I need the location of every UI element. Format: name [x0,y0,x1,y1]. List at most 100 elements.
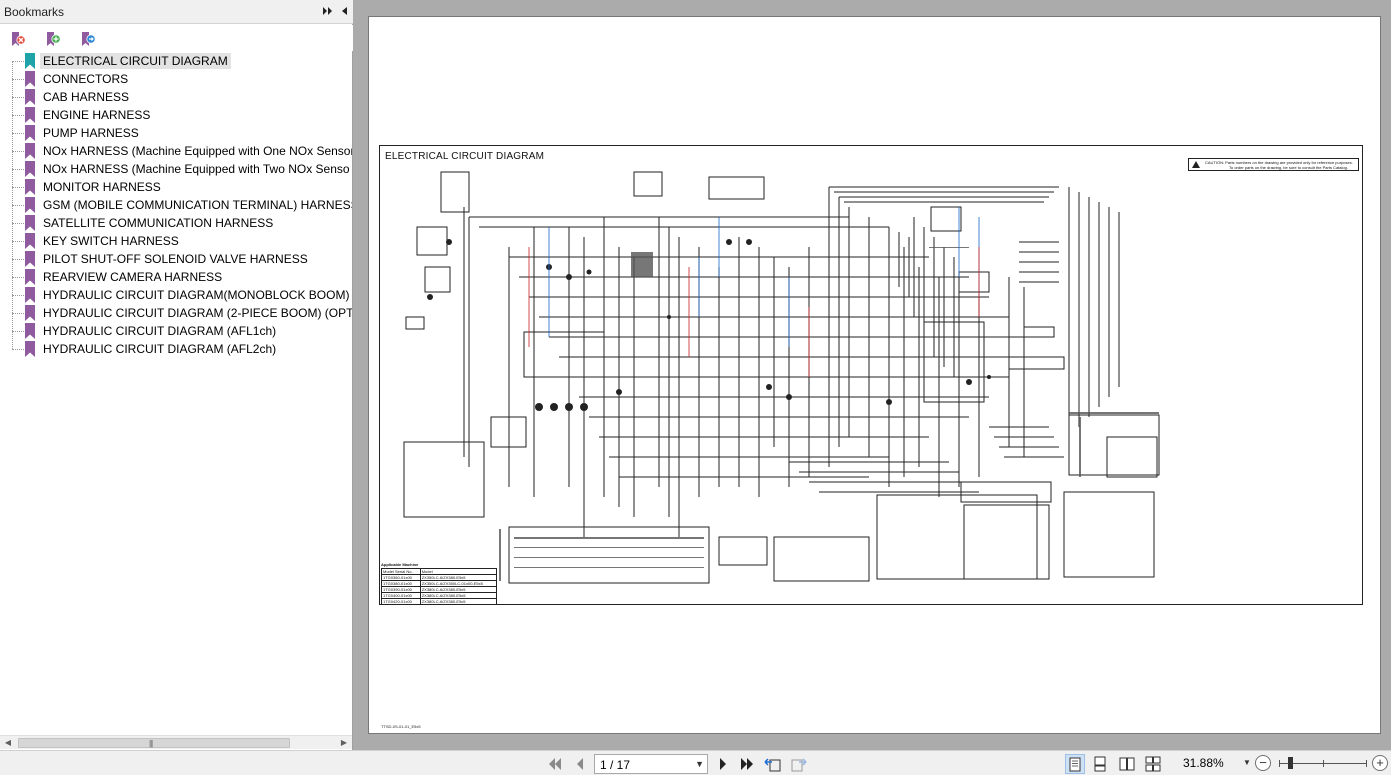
page-number-field[interactable]: 1 / 17 ▼ [594,754,708,774]
zoom-out-button[interactable]: − [1255,755,1271,771]
bookmark-item[interactable]: NOx HARNESS (Machine Equipped with Two N… [0,160,352,178]
bookmark-label: MONITOR HARNESS [43,180,161,194]
add-bookmark-icon[interactable] [43,29,63,49]
tree-branch [12,205,24,206]
zoom-tick [1279,760,1280,767]
navigation-toolbar: 1 / 17 ▼ 31.88% ▼ − + [0,750,1391,775]
bookmark-label: NOx HARNESS (Machine Equipped with Two N… [43,162,350,176]
grip-icon: ||| [149,739,153,748]
tree-branch [12,259,24,260]
bookmark-label: CONNECTORS [43,72,129,86]
bookmark-item[interactable]: REARVIEW CAMERA HARNESS [0,268,352,286]
previous-page-button[interactable] [571,755,589,773]
chevron-down-icon[interactable]: ▼ [695,759,704,769]
facing-view-button[interactable] [1117,754,1137,774]
bookmark-item[interactable]: SATELLITE COMMUNICATION HARNESS [0,214,352,232]
scrollbar-thumb[interactable]: ||| [18,738,290,748]
next-view-button[interactable] [790,755,808,773]
zoom-tick [1366,760,1367,767]
bookmark-label: NOx HARNESS (Machine Equipped with One N… [43,144,352,158]
bookmark-item[interactable]: HYDRAULIC CIRCUIT DIAGRAM(MONOBLOCK BOOM… [0,286,352,304]
continuous-page-icon [1094,756,1106,772]
facing-pages-icon [1119,757,1135,771]
scroll-left-icon[interactable]: ◀ [2,737,14,749]
zoom-tick [1323,760,1324,767]
zoom-in-button[interactable]: + [1372,755,1388,771]
single-page-icon [1069,757,1081,771]
drawing-title: ELECTRICAL CIRCUIT DIAGRAM [385,151,545,162]
bookmark-label: HYDRAULIC CIRCUIT DIAGRAM (2-PIECE BOOM)… [43,306,352,320]
bookmark-item[interactable]: CAB HARNESS [0,88,352,106]
bookmark-item[interactable]: HYDRAULIC CIRCUIT DIAGRAM (AFL1ch) [0,322,352,340]
bookmark-item[interactable]: ENGINE HARNESS [0,106,352,124]
horizontal-scrollbar[interactable]: ◀ ||| ▶ [0,735,352,749]
zoom-level[interactable]: 31.88% [1183,756,1224,770]
tree-branch [12,115,24,116]
collapse-panel-icon[interactable] [337,4,351,18]
bookmark-icon [25,125,35,141]
bookmark-icon [25,215,35,231]
next-page-button[interactable] [714,755,732,773]
continuous-facing-icon [1145,756,1161,772]
page-indicator: 1 / 17 [600,758,631,772]
applicable-title: Applicable Machine [381,562,419,567]
tree-branch [12,169,24,170]
tree-branch [12,313,24,314]
tree-branch [12,277,24,278]
bookmark-icon [25,197,35,213]
bookmark-item[interactable]: CONNECTORS [0,70,352,88]
zoom-slider-thumb[interactable] [1288,757,1293,769]
single-page-view-button[interactable] [1065,754,1085,774]
continuous-view-button[interactable] [1090,754,1110,774]
bookmark-label: ELECTRICAL CIRCUIT DIAGRAM [40,53,231,69]
bookmark-item[interactable]: GSM (MOBILE COMMUNICATION TERMINAL) HARN… [0,196,352,214]
tree-branch [12,79,24,80]
bookmark-label: HYDRAULIC CIRCUIT DIAGRAM (AFL2ch) [43,342,277,356]
bookmark-item[interactable]: PUMP HARNESS [0,124,352,142]
bookmark-icon [25,89,35,105]
bookmark-icon [25,107,35,123]
first-page-button[interactable] [546,755,564,773]
bookmark-label: KEY SWITCH HARNESS [43,234,179,248]
bookmark-icon [25,179,35,195]
bookmark-item[interactable]: KEY SWITCH HARNESS [0,232,352,250]
table-row: 1TG0420-01x00 ZX380LC-6/ZX380-E5x5 [381,598,498,605]
bookmark-label: ENGINE HARNESS [43,108,151,122]
scroll-right-icon[interactable]: ▶ [338,737,350,749]
tree-branch [12,151,24,152]
bookmark-icon [25,251,35,267]
bookmark-item[interactable]: NOx HARNESS (Machine Equipped with One N… [0,142,352,160]
bookmark-icon [25,143,35,159]
zoom-dropdown-icon[interactable]: ▼ [1243,758,1251,767]
tree-branch [12,295,24,296]
previous-view-icon [764,758,781,772]
panel-splitter[interactable] [354,0,362,750]
table-cell: ZX380LC-6/ZX380-E5x5 [419,598,498,605]
bookmark-icon [25,305,35,321]
drawing-frame [379,145,1363,605]
previous-page-icon [577,758,583,770]
bookmarks-panel: Bookmarks ELECTRICAL CIRCUIT DIAGRAM CON [0,0,353,775]
bookmark-item[interactable]: HYDRAULIC CIRCUIT DIAGRAM (AFL2ch) [0,340,352,358]
caution-text-2: To order parts on the drawing, be sure t… [1229,165,1348,170]
bookmarks-toolbar [0,25,353,51]
bookmark-icon [25,71,35,87]
continuous-facing-view-button[interactable] [1143,754,1163,774]
bookmark-label: PILOT SHUT-OFF SOLENOID VALVE HARNESS [43,252,308,266]
bookmark-item[interactable]: HYDRAULIC CIRCUIT DIAGRAM (2-PIECE BOOM)… [0,304,352,322]
document-page: ELECTRICAL CIRCUIT DIAGRAM CAUTION: Part… [368,16,1381,734]
expand-panel-icon[interactable] [321,4,335,18]
bookmark-label: GSM (MOBILE COMMUNICATION TERMINAL) HARN… [43,198,352,212]
bookmark-item[interactable]: PILOT SHUT-OFF SOLENOID VALVE HARNESS [0,250,352,268]
previous-view-button[interactable] [764,755,782,773]
tree-branch [12,349,24,350]
bookmark-item[interactable]: MONITOR HARNESS [0,178,352,196]
bookmark-item[interactable]: ELECTRICAL CIRCUIT DIAGRAM [0,52,352,70]
tree-branch [12,97,24,98]
document-view[interactable]: ELECTRICAL CIRCUIT DIAGRAM CAUTION: Part… [362,0,1391,750]
bookmark-label: SATELLITE COMMUNICATION HARNESS [43,216,274,230]
last-page-button[interactable] [738,755,756,773]
bookmark-label: HYDRAULIC CIRCUIT DIAGRAM(MONOBLOCK BOOM… [43,288,352,302]
expand-bookmark-icon[interactable] [78,29,98,49]
delete-bookmark-icon[interactable] [8,29,28,49]
